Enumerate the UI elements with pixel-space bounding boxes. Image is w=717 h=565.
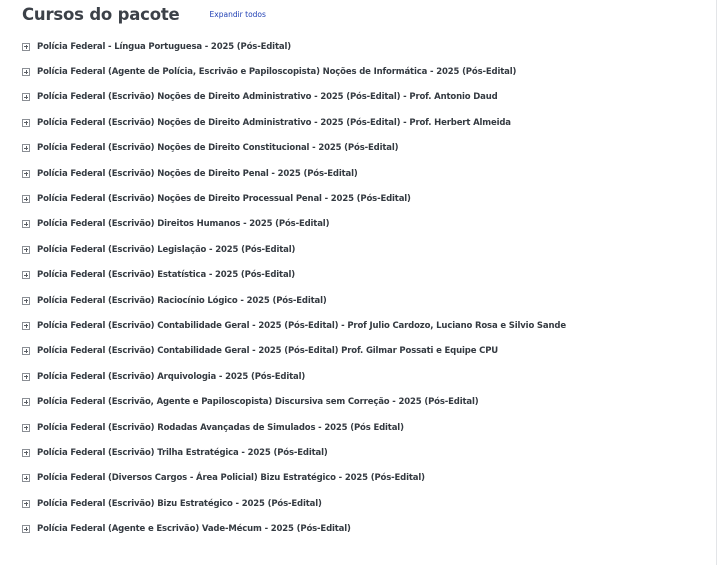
course-item[interactable]: Polícia Federal (Escrivão) Raciocínio Ló… (22, 288, 566, 313)
plus-box-icon[interactable] (22, 474, 30, 483)
course-item[interactable]: Polícia Federal - Língua Portuguesa - 20… (22, 34, 566, 59)
course-title: Polícia Federal (Diversos Cargos - Área … (37, 473, 425, 484)
course-item[interactable]: Polícia Federal (Escrivão) Rodadas Avanç… (22, 415, 566, 440)
course-title: Polícia Federal (Escrivão) Contabilidade… (37, 320, 566, 331)
course-title: Polícia Federal (Escrivão) Noções de Dir… (37, 117, 511, 128)
section-header: Cursos do pacote Expandir todos (22, 5, 266, 24)
course-item[interactable]: Polícia Federal (Escrivão) Noções de Dir… (22, 85, 566, 110)
course-title: Polícia Federal (Escrivão) Raciocínio Ló… (37, 295, 327, 306)
course-item[interactable]: Polícia Federal (Escrivão) Legislação - … (22, 237, 566, 262)
course-item[interactable]: Polícia Federal (Escrivão) Contabilidade… (22, 339, 566, 364)
plus-box-icon[interactable] (22, 525, 30, 534)
course-title: Polícia Federal (Agente e Escrivão) Vade… (37, 524, 351, 535)
course-item[interactable]: Polícia Federal (Escrivão) Bizu Estratég… (22, 491, 566, 516)
course-list: Polícia Federal - Língua Portuguesa - 20… (22, 34, 566, 542)
course-item[interactable]: Polícia Federal (Escrivão) Trilha Estrat… (22, 440, 566, 465)
course-item[interactable]: Polícia Federal (Agente e Escrivão) Vade… (22, 516, 566, 541)
course-item[interactable]: Polícia Federal (Escrivão, Agente e Papi… (22, 389, 566, 414)
course-title: Polícia Federal (Escrivão) Noções de Dir… (37, 168, 358, 179)
course-package-panel: Cursos do pacote Expandir todos Polícia … (0, 0, 717, 565)
plus-box-icon[interactable] (22, 245, 30, 254)
plus-box-icon[interactable] (22, 296, 30, 305)
course-item[interactable]: Polícia Federal (Escrivão) Noções de Dir… (22, 186, 566, 211)
course-item[interactable]: Polícia Federal (Diversos Cargos - Área … (22, 466, 566, 491)
expand-all-link[interactable]: Expandir todos (210, 10, 266, 19)
plus-box-icon[interactable] (22, 321, 30, 330)
plus-box-icon[interactable] (22, 499, 30, 508)
course-title: Polícia Federal (Escrivão) Direitos Huma… (37, 219, 330, 230)
plus-box-icon[interactable] (22, 398, 30, 407)
course-title: Polícia Federal (Escrivão) Noções de Dir… (37, 92, 498, 103)
plus-box-icon[interactable] (22, 347, 30, 356)
plus-box-icon[interactable] (22, 118, 30, 127)
course-item[interactable]: Polícia Federal (Agente de Polícia, Escr… (22, 59, 566, 84)
course-title: Polícia Federal (Escrivão) Estatística -… (37, 270, 296, 281)
course-item[interactable]: Polícia Federal (Escrivão) Noções de Dir… (22, 136, 566, 161)
course-item[interactable]: Polícia Federal (Escrivão) Estatística -… (22, 263, 566, 288)
course-title: Polícia Federal (Agente de Polícia, Escr… (37, 67, 517, 78)
course-title: Polícia Federal (Escrivão) Arquivologia … (37, 371, 306, 382)
course-title: Polícia Federal (Escrivão, Agente e Papi… (37, 397, 479, 408)
course-title: Polícia Federal (Escrivão) Noções de Dir… (37, 194, 411, 205)
course-item[interactable]: Polícia Federal (Escrivão) Noções de Dir… (22, 110, 566, 135)
plus-box-icon[interactable] (22, 68, 30, 77)
plus-box-icon[interactable] (22, 372, 30, 381)
course-item[interactable]: Polícia Federal (Escrivão) Contabilidade… (22, 313, 566, 338)
course-title: Polícia Federal (Escrivão) Legislação - … (37, 244, 296, 255)
plus-box-icon[interactable] (22, 169, 30, 178)
plus-box-icon[interactable] (22, 423, 30, 432)
plus-box-icon[interactable] (22, 195, 30, 204)
course-item[interactable]: Polícia Federal (Escrivão) Direitos Huma… (22, 212, 566, 237)
plus-box-icon[interactable] (22, 448, 30, 457)
course-title: Polícia Federal (Escrivão) Contabilidade… (37, 346, 499, 357)
plus-box-icon[interactable] (22, 271, 30, 280)
plus-box-icon[interactable] (22, 42, 30, 51)
course-title: Polícia Federal (Escrivão) Noções de Dir… (37, 143, 399, 154)
course-title: Polícia Federal (Escrivão) Bizu Estratég… (37, 498, 322, 509)
plus-box-icon[interactable] (22, 144, 30, 153)
course-item[interactable]: Polícia Federal (Escrivão) Arquivologia … (22, 364, 566, 389)
course-title: Polícia Federal (Escrivão) Rodadas Avanç… (37, 422, 404, 433)
section-title: Cursos do pacote (22, 5, 180, 24)
course-title: Polícia Federal - Língua Portuguesa - 20… (37, 41, 291, 52)
plus-box-icon[interactable] (22, 220, 30, 229)
course-item[interactable]: Polícia Federal (Escrivão) Noções de Dir… (22, 161, 566, 186)
plus-box-icon[interactable] (22, 93, 30, 102)
course-title: Polícia Federal (Escrivão) Trilha Estrat… (37, 447, 328, 458)
